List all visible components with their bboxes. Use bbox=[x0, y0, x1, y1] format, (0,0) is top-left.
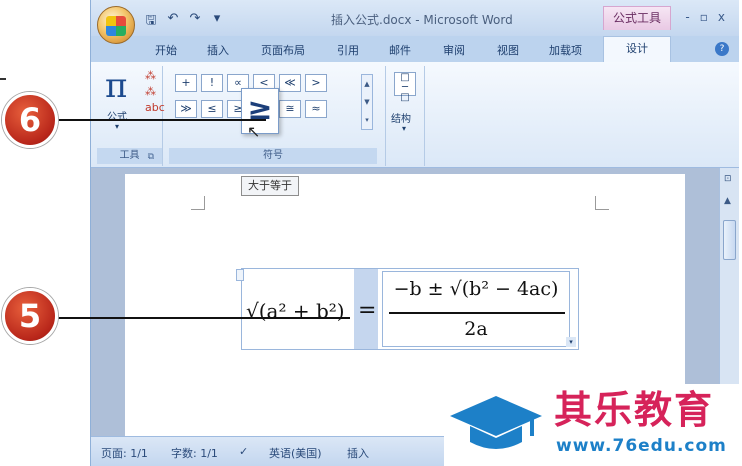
tab-mailings[interactable]: 邮件 bbox=[389, 42, 411, 58]
tab-insert[interactable]: 插入 bbox=[207, 42, 229, 58]
professional-format-icon[interactable]: ⁂ bbox=[145, 70, 159, 82]
tab-addins[interactable]: 加载项 bbox=[549, 42, 582, 58]
normal-text-icon[interactable]: abc bbox=[145, 102, 165, 114]
callout-badge-5: 5 bbox=[2, 288, 58, 344]
symbol-less-equal[interactable]: ≤ bbox=[201, 100, 223, 118]
fraction-button-label[interactable]: 结构 bbox=[391, 110, 411, 125]
ribbon: π ⁂ ⁂ abc 公式 ▾ 工具 ⧉ + ! ∝ < ≪ > ≫ ≤ ≥ ≅ … bbox=[91, 62, 739, 168]
title-bar: 🖫 ↶ ↷ ▾ 插入公式.docx - Microsoft Word 公式工具 … bbox=[91, 0, 739, 36]
equation-numerator[interactable]: −b ± √(b² − 4ac) bbox=[387, 278, 565, 300]
scroll-up-icon[interactable]: ▲ bbox=[724, 196, 731, 206]
crop-mark-right bbox=[595, 196, 609, 210]
office-button[interactable] bbox=[97, 6, 135, 44]
symbol-plus[interactable]: + bbox=[175, 74, 197, 92]
symbol-greater-than[interactable]: > bbox=[305, 74, 327, 92]
customize-icon[interactable]: ▾ bbox=[209, 11, 225, 33]
symbol-congruent[interactable]: ≅ bbox=[279, 100, 301, 118]
watermark-brand: 其乐教育 bbox=[554, 388, 715, 432]
symbol-much-less[interactable]: ≪ bbox=[279, 74, 301, 92]
callout-5-leader bbox=[58, 317, 350, 319]
structures-group: □ ─ □ 结构 ▾ bbox=[385, 66, 425, 166]
symbol-gallery-scroll[interactable]: ▲ ▼ ▾ bbox=[361, 74, 373, 130]
symbol-factorial[interactable]: ! bbox=[201, 74, 223, 92]
tab-view[interactable]: 视图 bbox=[497, 42, 519, 58]
dialog-launcher-icon[interactable]: ⧉ bbox=[148, 152, 154, 162]
status-insert-mode[interactable]: 插入 bbox=[347, 445, 369, 461]
watermark-url: www.76edu.com bbox=[556, 436, 727, 456]
callout-6-leader bbox=[58, 119, 266, 121]
symbol-much-greater[interactable]: ≫ bbox=[175, 100, 197, 118]
scroll-thumb[interactable] bbox=[723, 220, 736, 260]
watermark: 其乐教育 www.76edu.com bbox=[444, 384, 742, 466]
status-page[interactable]: 页面: 1/1 bbox=[101, 445, 148, 461]
tab-page-layout[interactable]: 页面布局 bbox=[261, 42, 305, 58]
equation-tools-context-label: 公式工具 bbox=[603, 6, 671, 30]
save-icon[interactable]: 🖫 bbox=[143, 11, 159, 33]
equation-denominator[interactable]: 2a bbox=[387, 318, 565, 340]
tab-review[interactable]: 审阅 bbox=[443, 42, 465, 58]
equation-equals-sign[interactable]: = bbox=[358, 289, 376, 333]
equation-fraction[interactable]: −b ± √(b² − 4ac) 2a bbox=[382, 271, 570, 347]
callout-badge-6: 6 bbox=[2, 92, 58, 148]
status-word-count[interactable]: 字数: 1/1 bbox=[171, 445, 218, 461]
page-edge-mark bbox=[0, 78, 6, 80]
quick-access-toolbar: 🖫 ↶ ↷ ▾ bbox=[143, 11, 225, 33]
tools-group: π ⁂ ⁂ abc 公式 ▾ 工具 ⧉ bbox=[97, 66, 165, 166]
equation-box[interactable]: √(a² + b²) = −b ± √(b² − 4ac) 2a ▾ bbox=[236, 268, 579, 350]
help-icon[interactable]: ? bbox=[715, 42, 729, 56]
status-language[interactable]: 英语(美国) bbox=[269, 445, 322, 461]
spell-check-icon[interactable]: ✓ bbox=[239, 445, 248, 458]
ruler-toggle-icon[interactable]: ⊡ bbox=[724, 174, 732, 184]
equation-options-icon[interactable]: ▾ bbox=[566, 337, 576, 347]
fraction-bar bbox=[389, 312, 565, 314]
tab-home[interactable]: 开始 bbox=[155, 42, 177, 58]
redo-icon[interactable]: ↷ bbox=[187, 11, 203, 33]
tab-references[interactable]: 引用 bbox=[337, 42, 359, 58]
symbol-tooltip: 大于等于 bbox=[241, 176, 299, 196]
chevron-down-icon[interactable]: ▾ bbox=[402, 124, 406, 133]
tab-design[interactable]: 设计 bbox=[603, 36, 671, 62]
equation-handle[interactable] bbox=[236, 269, 244, 281]
linear-format-icon[interactable]: ⁂ bbox=[145, 86, 159, 98]
fraction-icon[interactable]: □ ─ □ bbox=[394, 72, 416, 103]
undo-icon[interactable]: ↶ bbox=[165, 11, 181, 33]
window-controls: - ▫ x bbox=[685, 10, 725, 24]
crop-mark-left bbox=[191, 196, 205, 210]
maximize-button[interactable]: ▫ bbox=[700, 10, 708, 24]
minimize-button[interactable]: - bbox=[685, 10, 689, 24]
office-logo-icon bbox=[106, 16, 126, 36]
symbol-approx[interactable]: ≈ bbox=[305, 100, 327, 118]
mouse-cursor-icon: ↖ bbox=[247, 122, 261, 141]
equation-left-side[interactable]: √(a² + b²) bbox=[246, 289, 354, 333]
window-title: 插入公式.docx - Microsoft Word bbox=[331, 13, 513, 27]
tool-icons: ⁂ ⁂ abc bbox=[145, 70, 165, 114]
equation-pi-icon[interactable]: π bbox=[105, 66, 127, 106]
close-button[interactable]: x bbox=[718, 10, 725, 24]
chevron-down-icon[interactable]: ▾ bbox=[115, 122, 119, 131]
symbols-group-label: 符号 bbox=[169, 148, 377, 164]
ribbon-tab-row: 开始 插入 页面布局 引用 邮件 审阅 视图 加载项 设计 ? bbox=[91, 36, 739, 62]
screenshot-stage: 🖫 ↶ ↷ ▾ 插入公式.docx - Microsoft Word 公式工具 … bbox=[0, 0, 742, 466]
graduation-cap-icon bbox=[450, 396, 542, 449]
